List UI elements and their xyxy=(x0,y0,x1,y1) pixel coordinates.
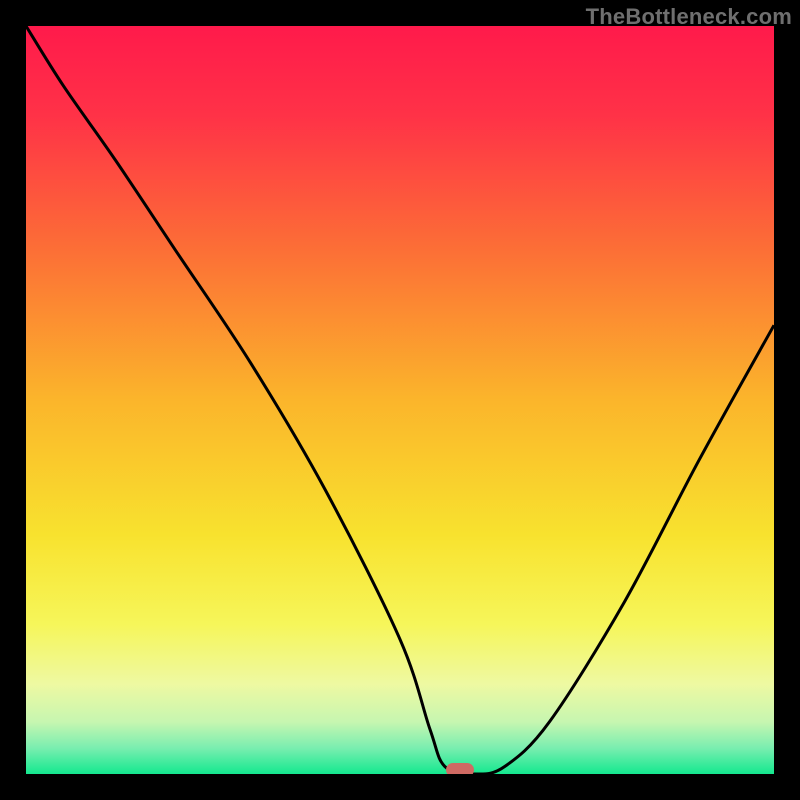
plot-area xyxy=(26,26,774,774)
watermark-text: TheBottleneck.com xyxy=(586,4,792,30)
optimal-marker xyxy=(446,763,474,774)
bottleneck-curve xyxy=(26,26,774,774)
chart-container: TheBottleneck.com xyxy=(0,0,800,800)
